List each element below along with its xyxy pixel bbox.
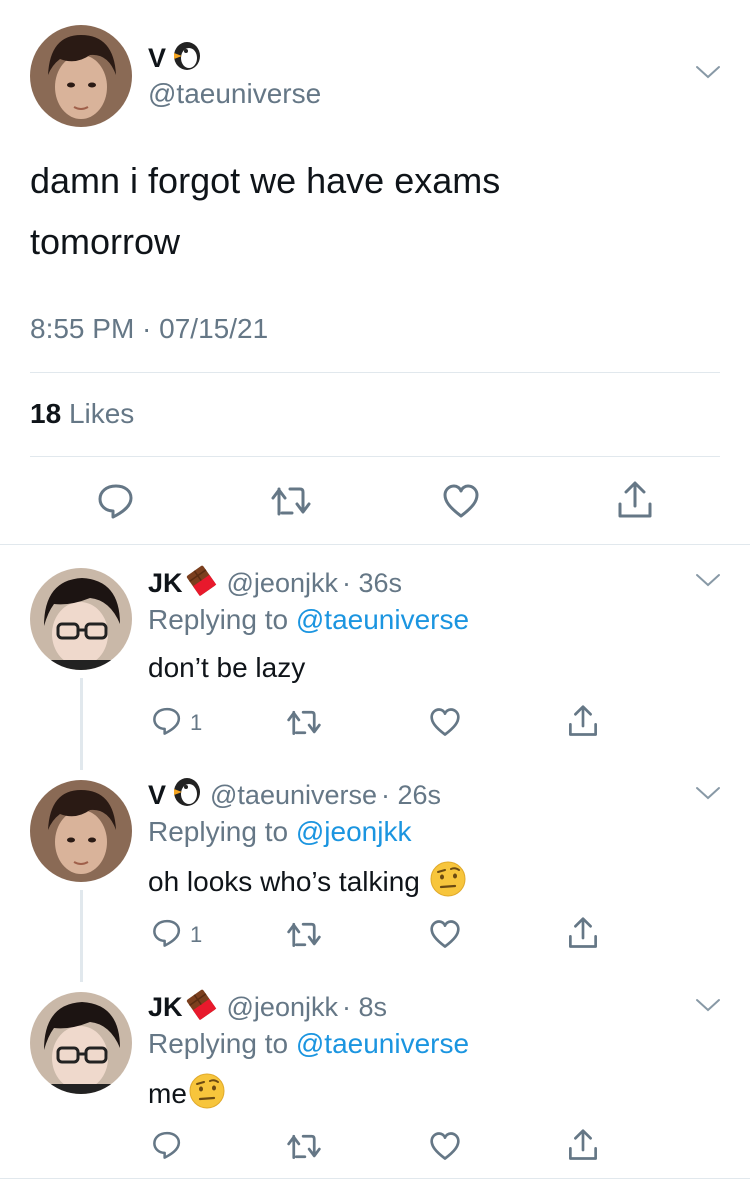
raised-eyebrow-emoji: [430, 861, 466, 904]
reply-text: me: [148, 1078, 187, 1109]
chevron-down-icon[interactable]: [695, 572, 721, 588]
retweet-icon[interactable]: [286, 1132, 322, 1161]
tweet-text-line-1: damn i forgot we have exams: [30, 160, 501, 201]
heart-icon[interactable]: [429, 1131, 461, 1161]
avatar-taeuniverse[interactable]: [30, 780, 132, 882]
share-icon[interactable]: [567, 704, 599, 738]
display-name[interactable]: V: [148, 43, 166, 74]
reply-icon[interactable]: [152, 918, 182, 948]
tweet-text-line-2: tomorrow: [30, 221, 181, 262]
share-icon[interactable]: [616, 480, 654, 520]
replying-to-link[interactable]: @taeuniverse: [296, 1028, 469, 1059]
replying-to-link[interactable]: @taeuniverse: [296, 604, 469, 635]
reply-icon[interactable]: [152, 706, 182, 736]
chevron-down-icon[interactable]: [695, 64, 721, 80]
reply-count: 1: [190, 922, 203, 947]
reply-text: don’t be lazy: [148, 652, 306, 683]
display-name[interactable]: JK: [148, 568, 183, 599]
reply-time: · 8s: [341, 991, 387, 1022]
display-name[interactable]: V: [148, 780, 166, 811]
heart-icon[interactable]: [429, 707, 461, 737]
raised-eyebrow-emoji: [189, 1073, 225, 1116]
retweet-icon[interactable]: [286, 708, 322, 737]
handle[interactable]: @taeuniverse: [148, 78, 321, 110]
replying-prefix: Replying to: [148, 1028, 289, 1059]
replying-to: Replying to @jeonjkk: [148, 816, 411, 848]
replying-to-link[interactable]: @jeonjkk: [296, 816, 412, 847]
avatar-taeuniverse[interactable]: [30, 25, 132, 127]
retweet-icon[interactable]: [270, 484, 312, 518]
penguin-emoji: [170, 41, 202, 76]
share-icon[interactable]: [567, 916, 599, 950]
replying-to: Replying to @taeuniverse: [148, 1028, 469, 1060]
avatar-jeonjkk[interactable]: [30, 992, 132, 1094]
likes-label: Likes: [68, 398, 135, 429]
chevron-down-icon[interactable]: [695, 785, 721, 801]
chocolate-emoji: [185, 988, 219, 1027]
display-name[interactable]: JK: [148, 992, 183, 1023]
retweet-icon[interactable]: [286, 920, 322, 949]
avatar-jeonjkk[interactable]: [30, 568, 132, 670]
handle[interactable]: @jeonjkk: [227, 568, 338, 599]
chocolate-emoji: [185, 564, 219, 603]
likes-count: 18: [30, 398, 62, 429]
replying-prefix: Replying to: [148, 816, 289, 847]
heart-icon[interactable]: [429, 919, 461, 949]
handle[interactable]: @taeuniverse: [210, 780, 377, 811]
likes-stat[interactable]: 18 Likes: [30, 398, 134, 430]
reply-time: · 36s: [341, 567, 403, 598]
replying-prefix: Replying to: [148, 604, 289, 635]
heart-icon[interactable]: [442, 483, 480, 519]
thread-line: [80, 890, 83, 982]
bottom-divider: [0, 1178, 750, 1179]
reply-count: 1: [190, 710, 203, 735]
reply-text: oh looks who’s talking: [148, 866, 420, 897]
divider: [30, 372, 720, 373]
chevron-down-icon[interactable]: [695, 997, 721, 1013]
thread-line: [80, 678, 83, 770]
section-divider: [0, 544, 750, 545]
penguin-emoji: [170, 777, 202, 814]
share-icon[interactable]: [567, 1128, 599, 1162]
replying-to: Replying to @taeuniverse: [148, 604, 469, 636]
handle[interactable]: @jeonjkk: [227, 992, 338, 1023]
reply-icon[interactable]: [97, 482, 135, 520]
divider: [30, 456, 720, 457]
tweet-timestamp: 8:55 PM · 07/15/21: [30, 313, 269, 344]
reply-time: · 26s: [381, 779, 442, 810]
reply-icon[interactable]: [152, 1130, 182, 1160]
